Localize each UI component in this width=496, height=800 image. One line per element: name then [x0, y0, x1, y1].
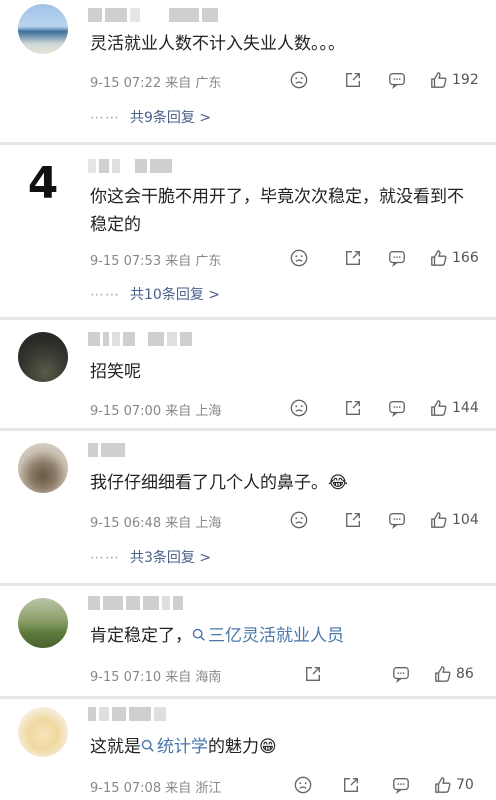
username[interactable]	[88, 594, 183, 612]
laugh-emoji: 😂	[328, 473, 348, 493]
avatar[interactable]	[18, 4, 68, 54]
search-keyword-label: 三亿灵活就业人员	[208, 626, 344, 646]
like-count: 86	[456, 666, 474, 682]
share-icon[interactable]	[342, 773, 360, 797]
like-count: 104	[452, 512, 479, 528]
replies-count: 共9条回复 >	[130, 110, 212, 126]
avatar[interactable]	[18, 707, 68, 757]
view-replies-link[interactable]: ⋯⋯ 共9条回复 >	[90, 107, 211, 127]
comment-text: 肯定稳定了， 三亿灵活就业人员	[90, 622, 470, 650]
comment-text: 招笑呢	[90, 362, 141, 382]
comment-meta: 9-15 07:22 来自 广东 192	[90, 68, 486, 92]
comment-source: 来自 广东	[165, 254, 222, 269]
comment-source: 来自 广东	[165, 76, 222, 91]
smile-icon[interactable]	[290, 68, 308, 92]
comment-time: 9-15 07:00	[90, 404, 162, 419]
comment-meta: 9-15 07:08 来自 浙江 70	[90, 773, 486, 797]
username[interactable]	[88, 157, 172, 175]
like-icon	[430, 399, 448, 417]
view-replies-link[interactable]: ⋯⋯ 共3条回复 >	[90, 547, 211, 567]
comment-icon[interactable]	[388, 246, 406, 270]
search-keyword-link[interactable]: 三亿灵活就业人员	[192, 626, 344, 646]
comment-source: 来自 海南	[165, 670, 222, 685]
username[interactable]	[88, 330, 192, 348]
rank-number: 4	[27, 159, 59, 209]
smile-icon[interactable]	[290, 396, 308, 420]
like-count: 192	[452, 72, 479, 88]
share-icon[interactable]	[344, 508, 362, 532]
like-icon	[434, 665, 452, 683]
comment-time: 9-15 07:53	[90, 254, 162, 269]
like-count: 70	[456, 777, 474, 793]
like-icon	[430, 511, 448, 529]
comment-icon[interactable]	[388, 68, 406, 92]
smile-icon[interactable]	[294, 773, 312, 797]
like-count: 144	[452, 400, 479, 416]
username[interactable]	[88, 441, 125, 459]
like-button[interactable]: 104	[430, 508, 479, 532]
comment-icon[interactable]	[388, 508, 406, 532]
share-icon[interactable]	[344, 396, 362, 420]
like-button[interactable]: 86	[434, 662, 474, 686]
comment-source: 来自 浙江	[165, 781, 222, 796]
search-keyword-label: 统计学	[157, 737, 208, 757]
comment-meta: 9-15 06:48 来自 上海 104	[90, 508, 486, 532]
comment-time: 9-15 07:10	[90, 670, 162, 685]
grin-emoji: 😁	[259, 737, 277, 757]
comment-source: 来自 上海	[165, 516, 222, 531]
comment-source: 来自 上海	[165, 404, 222, 419]
comment-meta: 9-15 07:00 来自 上海 144	[90, 396, 486, 420]
comment-time: 9-15 06:48	[90, 516, 162, 531]
like-icon	[430, 249, 448, 267]
smile-icon[interactable]	[290, 508, 308, 532]
comment-item: 肯定稳定了， 三亿灵活就业人员 9-15 07:10 来自 海南 86	[0, 586, 496, 696]
username[interactable]	[88, 6, 218, 24]
comment-text-body: 肯定稳定了，	[90, 626, 192, 646]
avatar[interactable]	[18, 332, 68, 382]
comment-time: 9-15 07:22	[90, 76, 162, 91]
comment-item: 我仔仔细细看了几个人的鼻子。😂 9-15 06:48 来自 上海 104 ⋯⋯ 共…	[0, 431, 496, 583]
like-icon	[434, 776, 452, 794]
search-keyword-link[interactable]: 统计学	[141, 737, 208, 757]
comment-meta: 9-15 07:10 来自 海南 86	[90, 662, 486, 686]
search-link-icon	[141, 739, 155, 753]
comment-feed: 灵活就业人数不计入失业人数。。。 9-15 07:22 来自 广东 192 ⋯⋯…	[0, 0, 496, 800]
comment-time: 9-15 07:08	[90, 781, 162, 796]
like-button[interactable]: 192	[430, 68, 479, 92]
view-replies-link[interactable]: ⋯⋯ 共10条回复 >	[90, 284, 220, 304]
replies-count: 共10条回复 >	[130, 287, 220, 303]
avatar[interactable]	[18, 598, 68, 648]
replies-count: 共3条回复 >	[130, 550, 212, 566]
rank-badge: 4	[18, 159, 68, 209]
username[interactable]	[88, 705, 166, 723]
comment-icon[interactable]	[392, 773, 410, 797]
like-button[interactable]: 70	[434, 773, 474, 797]
comment-item: 灵活就业人数不计入失业人数。。。 9-15 07:22 来自 广东 192 ⋯⋯…	[0, 0, 496, 140]
like-button[interactable]: 166	[430, 246, 479, 270]
comment-meta: 9-15 07:53 来自 广东 166	[90, 246, 486, 270]
comment-text: 我仔仔细细看了几个人的鼻子。😂	[90, 469, 470, 497]
share-icon[interactable]	[344, 246, 362, 270]
comment-text-body: 我仔仔细细看了几个人的鼻子。	[90, 473, 328, 493]
avatar[interactable]	[18, 443, 68, 493]
comment-text-before: 这就是	[90, 737, 141, 757]
comment-text: 你这会干脆不用开了，毕竟次次稳定，就没看到不稳定的	[90, 187, 464, 235]
comment-item: 4 你这会干脆不用开了，毕竟次次稳定，就没看到不稳定的 9-15 07:53 来…	[0, 145, 496, 317]
share-icon[interactable]	[304, 662, 322, 686]
comment-text: 这就是 统计学的魅力😁	[90, 733, 470, 761]
share-icon[interactable]	[344, 68, 362, 92]
comment-icon[interactable]	[392, 662, 410, 686]
comment-item: 招笑呢 9-15 07:00 来自 上海 144	[0, 320, 496, 428]
comment-text: 灵活就业人数不计入失业人数。。。	[90, 34, 345, 54]
like-button[interactable]: 144	[430, 396, 479, 420]
smile-icon[interactable]	[290, 246, 308, 270]
like-count: 166	[452, 250, 479, 266]
comment-icon[interactable]	[388, 396, 406, 420]
comment-text-after: 的魅力	[208, 737, 259, 757]
like-icon	[430, 71, 448, 89]
search-link-icon	[192, 628, 206, 642]
comment-item: 这就是 统计学的魅力😁 9-15 07:08 来自 浙江 70	[0, 699, 496, 800]
